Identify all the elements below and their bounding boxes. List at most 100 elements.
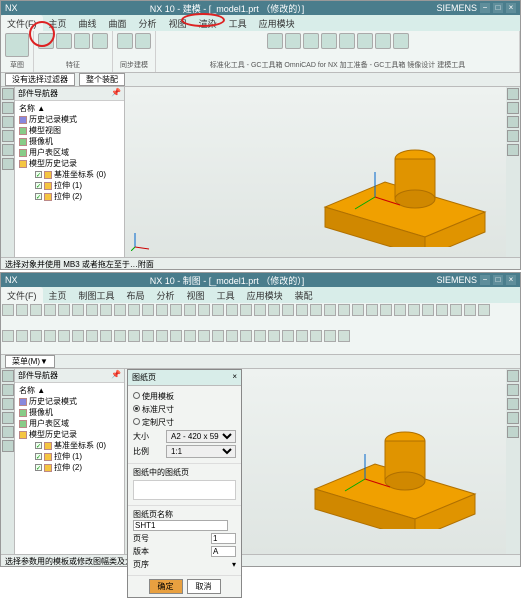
rtool-icon[interactable] xyxy=(507,130,519,142)
rib-icon[interactable] xyxy=(170,330,182,342)
checkbox[interactable] xyxy=(35,193,42,200)
nav-tab-icon[interactable] xyxy=(2,398,14,410)
feature-icon[interactable] xyxy=(56,33,72,49)
nav-tab-icon[interactable] xyxy=(2,412,14,424)
rib-icon[interactable] xyxy=(352,304,364,316)
rib-icon[interactable] xyxy=(184,304,196,316)
tab-view[interactable]: 视图 xyxy=(163,15,193,31)
tab-application[interactable]: 应用模块 xyxy=(253,15,301,31)
rib-icon[interactable] xyxy=(72,304,84,316)
radio-standard-size[interactable]: 标准尺寸 xyxy=(133,404,236,415)
tree-item[interactable]: 历史记录模式 xyxy=(17,396,122,407)
rib-icon[interactable] xyxy=(30,330,42,342)
tree-item[interactable]: 拉伸 (2) xyxy=(17,191,122,202)
rib-icon[interactable] xyxy=(310,330,322,342)
rtool-icon[interactable] xyxy=(507,88,519,100)
pin-icon[interactable]: 📌 xyxy=(111,88,121,99)
tree-item[interactable]: 用户表区域 xyxy=(17,418,122,429)
nav-tab-icon[interactable] xyxy=(2,426,14,438)
rib-icon[interactable] xyxy=(450,304,462,316)
sync-icon[interactable] xyxy=(135,33,151,49)
feature-icon[interactable] xyxy=(38,33,54,49)
rtool-icon[interactable] xyxy=(507,370,519,382)
rib-icon[interactable] xyxy=(156,304,168,316)
checkbox[interactable] xyxy=(35,453,42,460)
graphics-viewport[interactable] xyxy=(125,87,520,257)
nav-tab-icon[interactable] xyxy=(2,88,14,100)
rtool-icon[interactable] xyxy=(507,398,519,410)
rib-icon[interactable] xyxy=(142,304,154,316)
rib-icon[interactable] xyxy=(100,330,112,342)
checkbox[interactable] xyxy=(35,182,42,189)
rib-icon[interactable] xyxy=(380,304,392,316)
rib-icon[interactable] xyxy=(240,330,252,342)
page-number-input[interactable] xyxy=(211,533,236,544)
nav-tab-icon[interactable] xyxy=(2,144,14,156)
nav-tab-icon[interactable] xyxy=(2,158,14,170)
tool-icon[interactable] xyxy=(339,33,355,49)
tab-tools[interactable]: 工具 xyxy=(223,15,253,31)
tool-icon[interactable] xyxy=(303,33,319,49)
rib-icon[interactable] xyxy=(254,330,266,342)
rib-icon[interactable] xyxy=(310,304,322,316)
cancel-button[interactable]: 取消 xyxy=(187,579,221,594)
checkbox[interactable] xyxy=(35,442,42,449)
tab-surface[interactable]: 曲面 xyxy=(103,15,133,31)
rib-icon[interactable] xyxy=(282,330,294,342)
rib-icon[interactable] xyxy=(2,304,14,316)
pin-icon[interactable]: 📌 xyxy=(111,370,121,381)
tree-item[interactable]: 模型视图 xyxy=(17,125,122,136)
rib-icon[interactable] xyxy=(2,330,14,342)
rib-icon[interactable] xyxy=(338,304,350,316)
tree-item[interactable]: 基准坐标系 (0) xyxy=(17,169,122,180)
tree-item[interactable]: 拉伸 (1) xyxy=(17,451,122,462)
feature-icon[interactable] xyxy=(92,33,108,49)
nav-tab-icon[interactable] xyxy=(2,440,14,452)
ok-button[interactable]: 确定 xyxy=(149,579,183,594)
checkbox[interactable] xyxy=(35,171,42,178)
tree-item[interactable]: 历史记录模式 xyxy=(17,114,122,125)
tab-drafting-tools[interactable]: 制图工具 xyxy=(73,287,121,303)
tab-view[interactable]: 视图 xyxy=(181,287,211,303)
sketch-icon[interactable] xyxy=(5,33,29,57)
tab-curve[interactable]: 曲线 xyxy=(73,15,103,31)
rib-icon[interactable] xyxy=(72,330,84,342)
tree-item[interactable]: 基准坐标系 (0) xyxy=(17,440,122,451)
filter-select[interactable]: 没有选择过滤器 xyxy=(5,73,75,86)
tree-header-row[interactable]: 名称 ▲ xyxy=(17,385,122,396)
tab-analysis[interactable]: 分析 xyxy=(151,287,181,303)
tab-application[interactable]: 应用模块 xyxy=(241,287,289,303)
tool-icon[interactable] xyxy=(375,33,391,49)
rtool-icon[interactable] xyxy=(507,144,519,156)
revision-input[interactable] xyxy=(211,546,236,557)
rib-icon[interactable] xyxy=(114,330,126,342)
rib-icon[interactable] xyxy=(296,330,308,342)
sheet-list[interactable] xyxy=(133,480,236,500)
tool-icon[interactable] xyxy=(267,33,283,49)
tab-file[interactable]: 文件(F) xyxy=(1,15,43,31)
tool-icon[interactable] xyxy=(285,33,301,49)
rib-icon[interactable] xyxy=(394,304,406,316)
tool-icon[interactable] xyxy=(321,33,337,49)
maximize-button[interactable]: □ xyxy=(493,275,503,285)
rib-icon[interactable] xyxy=(296,304,308,316)
rib-icon[interactable] xyxy=(478,304,490,316)
tool-icon[interactable] xyxy=(357,33,373,49)
feature-icon[interactable] xyxy=(74,33,90,49)
sync-icon[interactable] xyxy=(117,33,133,49)
close-button[interactable]: × xyxy=(506,3,516,13)
tab-layout[interactable]: 布局 xyxy=(121,287,151,303)
dialog-close-icon[interactable]: × xyxy=(232,372,237,383)
radio-custom-size[interactable]: 定制尺寸 xyxy=(133,417,236,428)
rib-icon[interactable] xyxy=(422,304,434,316)
rib-icon[interactable] xyxy=(338,330,350,342)
rib-icon[interactable] xyxy=(324,304,336,316)
tab-assembly[interactable]: 装配 xyxy=(289,287,319,303)
rtool-icon[interactable] xyxy=(507,102,519,114)
checkbox[interactable] xyxy=(35,464,42,471)
rib-icon[interactable] xyxy=(366,304,378,316)
rib-icon[interactable] xyxy=(114,304,126,316)
tab-file[interactable]: 文件(F) xyxy=(1,287,43,303)
rib-icon[interactable] xyxy=(58,304,70,316)
tool-icon[interactable] xyxy=(393,33,409,49)
